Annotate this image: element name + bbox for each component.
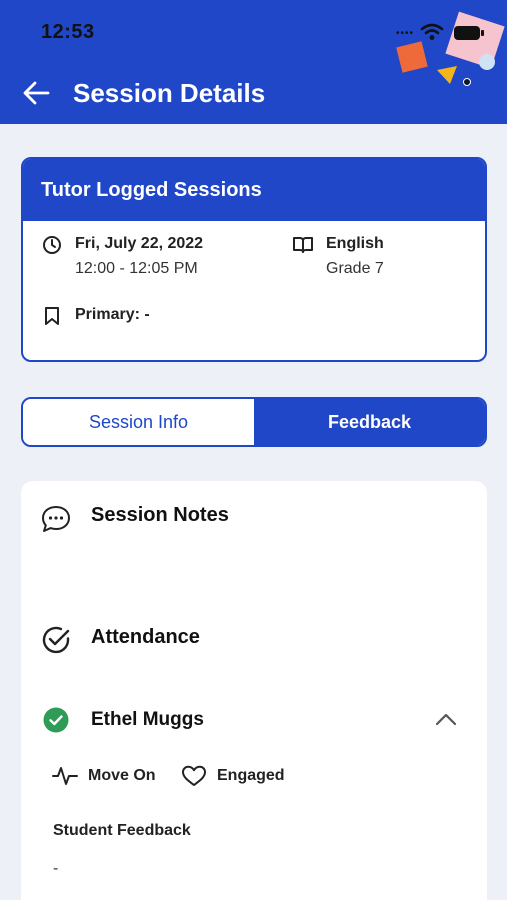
decor-dark-dot	[463, 78, 471, 86]
check-circle-icon	[42, 626, 70, 654]
tab-feedback[interactable]: Feedback	[254, 399, 485, 445]
bookmark-icon	[45, 307, 59, 325]
decor-light-circle	[479, 54, 495, 70]
session-notes-title: Session Notes	[91, 504, 229, 526]
attendance-title: Attendance	[91, 626, 200, 648]
session-grade: Grade 7	[326, 260, 384, 277]
chevron-up-icon[interactable]	[434, 711, 458, 727]
back-arrow-icon[interactable]	[22, 80, 50, 106]
heart-icon	[182, 765, 206, 786]
chat-icon	[42, 506, 70, 532]
app-header: 12:53 •••• Session Details	[0, 0, 507, 124]
decor-orange-square	[396, 41, 428, 73]
student-feedback-label: Student Feedback	[53, 822, 191, 839]
signal-dots: ••••	[396, 28, 415, 39]
pulse-icon	[52, 767, 78, 785]
session-time: 12:00 - 12:05 PM	[75, 260, 198, 277]
success-check-icon	[43, 707, 69, 733]
clock-icon	[43, 236, 61, 254]
session-date-row: Fri, July 22, 2022 12:00 - 12:05 PM	[41, 234, 203, 279]
page-title: Session Details	[73, 78, 266, 108]
battery-icon	[454, 26, 484, 40]
session-card-title: Tutor Logged Sessions	[23, 159, 485, 221]
status-time: 12:53	[41, 21, 95, 43]
tag-engaged-label: Engaged	[217, 767, 285, 784]
tab-session-info[interactable]: Session Info	[23, 399, 254, 445]
student-name: Ethel Muggs	[91, 709, 204, 730]
book-icon	[293, 237, 313, 253]
tag-move-on: Move On	[52, 765, 156, 787]
session-subject: English	[326, 235, 384, 252]
tab-bar: Session Info Feedback	[21, 397, 487, 447]
tag-move-on-label: Move On	[88, 767, 156, 784]
decor-yellow-triangle	[437, 66, 457, 84]
tag-engaged: Engaged	[181, 765, 285, 787]
wifi-icon	[420, 23, 444, 40]
student-feedback-value: -	[53, 860, 59, 877]
session-primary: Primary: -	[75, 306, 150, 323]
session-date: Fri, July 22, 2022	[75, 235, 204, 252]
session-subject-row: English Grade 7	[292, 234, 384, 279]
session-primary-row: Primary: -	[41, 305, 150, 326]
